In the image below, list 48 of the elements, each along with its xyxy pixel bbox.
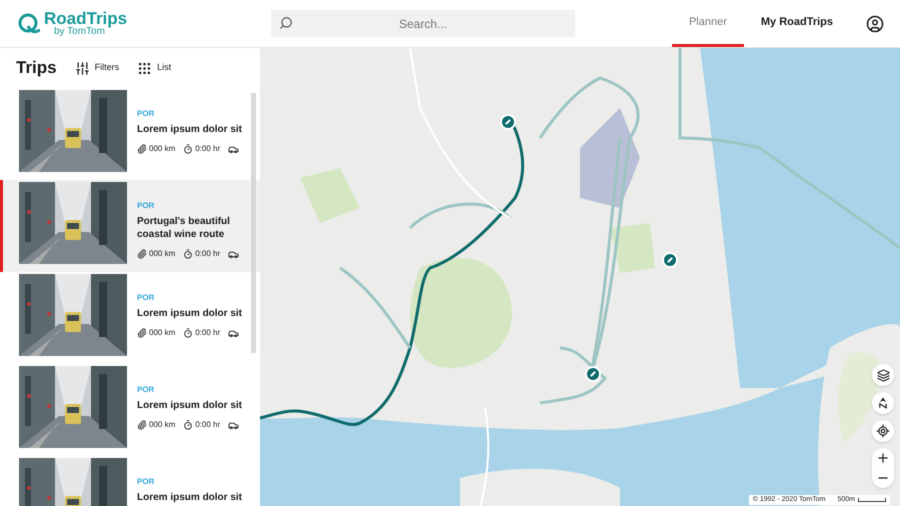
grid-dots-icon: [137, 60, 152, 76]
trip-distance: 000 km: [149, 419, 176, 431]
paperclip-icon: [137, 420, 147, 430]
search-field[interactable]: Search...: [271, 10, 575, 37]
locate-icon: [876, 424, 890, 438]
toolbar-button[interactable]: List: [137, 60, 172, 76]
country-code: POR: [137, 384, 156, 396]
timer-icon: [183, 328, 194, 338]
brand-tagline: by TomTom: [54, 27, 105, 37]
country-code: POR: [137, 108, 156, 120]
trip-duration: 0:00 hr: [195, 143, 220, 155]
trip-card[interactable]: POR Portugal's beautiful coastal wine route 000 km 0:00 hr: [0, 180, 260, 272]
trip-duration: 0:00 hr: [195, 327, 220, 339]
nav-tab[interactable]: My RoadTrips: [744, 0, 850, 47]
trip-distance: 000 km: [149, 327, 176, 339]
search-icon: [279, 16, 293, 30]
trip-title: Portugal's beautiful coastal wine route: [137, 215, 231, 241]
layers-icon: [876, 368, 890, 382]
country-code: POR: [137, 476, 156, 488]
trip-card[interactable]: POR Lorem ipsum dolor sit 000 km 0:00 hr: [0, 364, 260, 456]
logo-icon: [16, 12, 40, 36]
timer-icon: [183, 144, 194, 154]
trip-title: Lorem ipsum dolor sit: [137, 307, 242, 320]
paperclip-icon: [137, 144, 147, 154]
filter-sliders-icon: [74, 60, 90, 76]
zoom-in-icon[interactable]: [876, 451, 890, 465]
timer-icon: [183, 420, 194, 430]
paperclip-icon: [137, 249, 147, 259]
trip-card[interactable]: POR Lorem ipsum dolor sit 000 km 0:00 hr: [0, 88, 260, 180]
trip-distance: 000 km: [149, 248, 176, 260]
account-icon[interactable]: [866, 14, 884, 32]
trip-duration: 0:00 hr: [195, 419, 220, 431]
trip-title: Lorem ipsum dolor sit: [137, 123, 242, 136]
trip-card[interactable]: POR Lorem ipsum dolor sit 000 km 0:00 hr: [0, 272, 260, 364]
paperclip-icon: [137, 328, 147, 338]
country-code: POR: [137, 292, 156, 304]
brand-name: RoadTrips: [44, 10, 128, 27]
scale-bar: [858, 498, 886, 502]
compass-icon: [879, 397, 887, 409]
trip-distance: 000 km: [149, 143, 176, 155]
toolbar-button[interactable]: Filters: [74, 60, 120, 76]
trip-duration: 0:00 hr: [195, 248, 220, 260]
country-code: POR: [137, 200, 156, 212]
trip-title: Lorem ipsum dolor sit: [137, 399, 242, 412]
trip-card[interactable]: POR Lorem ipsum dolor sit: [0, 456, 260, 506]
sidebar-title: Trips: [16, 57, 57, 80]
trip-title: Lorem ipsum dolor sit: [137, 491, 242, 504]
timer-icon: [183, 249, 194, 259]
